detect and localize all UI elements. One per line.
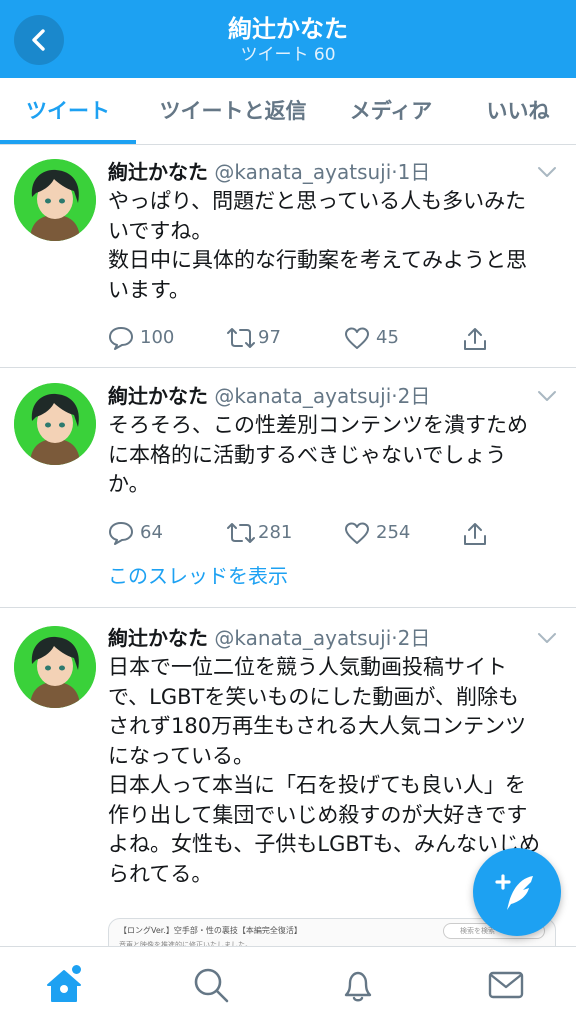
tab-tweets[interactable]: ツイート bbox=[0, 78, 136, 144]
profile-header: 絢辻かなた ツイート 60 bbox=[0, 0, 576, 78]
profile-tabs: ツイート ツイートと返信 メディア いいね bbox=[0, 78, 576, 145]
tweet-line: 日本人って本当に「石を投げても良い人」を bbox=[108, 773, 526, 797]
like-count: 254 bbox=[376, 522, 411, 543]
author-name[interactable]: 絢辻かなた bbox=[108, 160, 208, 184]
tweet-text: 日本で一位二位を競う人気動画投稿サイト で、LGBTを笑いものにした動画が、削除… bbox=[108, 653, 560, 889]
tweet-line: 作り出して集団でいじめ殺すのが大好きです bbox=[108, 802, 528, 827]
compose-tweet-button[interactable] bbox=[473, 848, 561, 936]
tweet-line: 数日中に具体的な行動案を考えてみようと思 bbox=[108, 248, 527, 272]
avatar-image bbox=[14, 383, 96, 465]
heart-icon bbox=[345, 522, 369, 544]
heart-icon bbox=[345, 327, 369, 349]
reply-icon bbox=[109, 327, 133, 350]
bottom-tab-bar bbox=[0, 946, 576, 1025]
tab-indicator bbox=[0, 140, 136, 144]
nav-notifications[interactable] bbox=[338, 965, 378, 1005]
like-count: 45 bbox=[376, 327, 399, 348]
avatar[interactable] bbox=[14, 159, 96, 241]
tweet-line: やっぱり、問題だと思っている人も多いみた bbox=[108, 189, 527, 213]
nav-messages[interactable] bbox=[486, 965, 526, 1005]
tweet-text: やっぱり、問題だと思っている人も多いみた いですね。 数日中に具体的な行動案を考… bbox=[108, 187, 560, 305]
retweet-count: 281 bbox=[258, 522, 293, 543]
nav-search[interactable] bbox=[191, 965, 231, 1005]
tweet-line: に本格的に活動するべきじゃないでしょう bbox=[108, 442, 507, 467]
tweet-line: 日本で一位二位を競う人気動画投稿サイト bbox=[108, 655, 507, 679]
avatar-image bbox=[14, 159, 96, 241]
avatar[interactable] bbox=[14, 383, 96, 465]
tab-media[interactable]: メディア bbox=[332, 78, 450, 144]
tab-tweets-replies[interactable]: ツイートと返信 bbox=[140, 78, 326, 144]
tweet-line: で、LGBTを笑いものにした動画が、削除も bbox=[108, 684, 519, 709]
tab-likes[interactable]: いいね bbox=[468, 78, 568, 144]
retweet-icon bbox=[227, 328, 255, 348]
author-handle-date: @kanata_ayatsuji·1日 bbox=[214, 160, 431, 184]
chevron-down-icon[interactable] bbox=[537, 165, 557, 179]
tweet-text: そろそろ、この性差別コンテンツを潰すため に本格的に活動するべきじゃないでしょう… bbox=[108, 411, 560, 500]
avatar-image bbox=[14, 626, 96, 708]
show-thread-link[interactable]: このスレッドを表示 bbox=[108, 562, 288, 590]
retweet-count: 97 bbox=[258, 327, 281, 348]
reply-count: 64 bbox=[140, 522, 163, 543]
chevron-down-icon[interactable] bbox=[537, 631, 557, 645]
page-title: 絢辻かなた bbox=[228, 15, 348, 43]
preview-title: 【ロングVer.】空手部・性の裏技【本編完全復活】 bbox=[119, 926, 302, 935]
avatar[interactable] bbox=[14, 626, 96, 708]
search-icon bbox=[194, 968, 229, 1003]
tweet-count: ツイート 60 bbox=[240, 45, 336, 65]
reply-count: 100 bbox=[140, 327, 175, 348]
chevron-down-icon[interactable] bbox=[537, 389, 557, 403]
retweet-icon bbox=[227, 523, 255, 543]
author-handle-date: @kanata_ayatsuji·2日 bbox=[214, 384, 431, 408]
share-icon bbox=[464, 523, 486, 545]
tweet-line: います。 bbox=[108, 277, 190, 302]
tweet[interactable]: 絢辻かなた @kanata_ayatsuji·2日 そろそろ、この性差別コンテン… bbox=[0, 367, 576, 608]
tweet-line: そろそろ、この性差別コンテンツを潰すため bbox=[108, 413, 528, 437]
notification-dot bbox=[72, 965, 81, 974]
reply-icon bbox=[109, 522, 133, 545]
tweet-line: いですね。 bbox=[108, 218, 213, 243]
tweet[interactable]: 絢辻かなた @kanata_ayatsuji·1日 やっぱり、問題だと思っている… bbox=[0, 145, 576, 368]
mail-icon bbox=[488, 971, 524, 999]
bell-icon bbox=[344, 971, 372, 1002]
tweet-line: されず180万再生もされる大人気コンテンツ bbox=[108, 714, 527, 738]
feather-plus-icon bbox=[495, 874, 533, 910]
share-icon bbox=[464, 328, 486, 350]
author-handle-date: @kanata_ayatsuji·2日 bbox=[214, 626, 431, 650]
author-name[interactable]: 絢辻かなた bbox=[108, 626, 208, 650]
author-name[interactable]: 絢辻かなた bbox=[108, 384, 208, 408]
tweet-line: になっている。 bbox=[108, 743, 254, 768]
tweet-line: か。 bbox=[108, 472, 150, 496]
